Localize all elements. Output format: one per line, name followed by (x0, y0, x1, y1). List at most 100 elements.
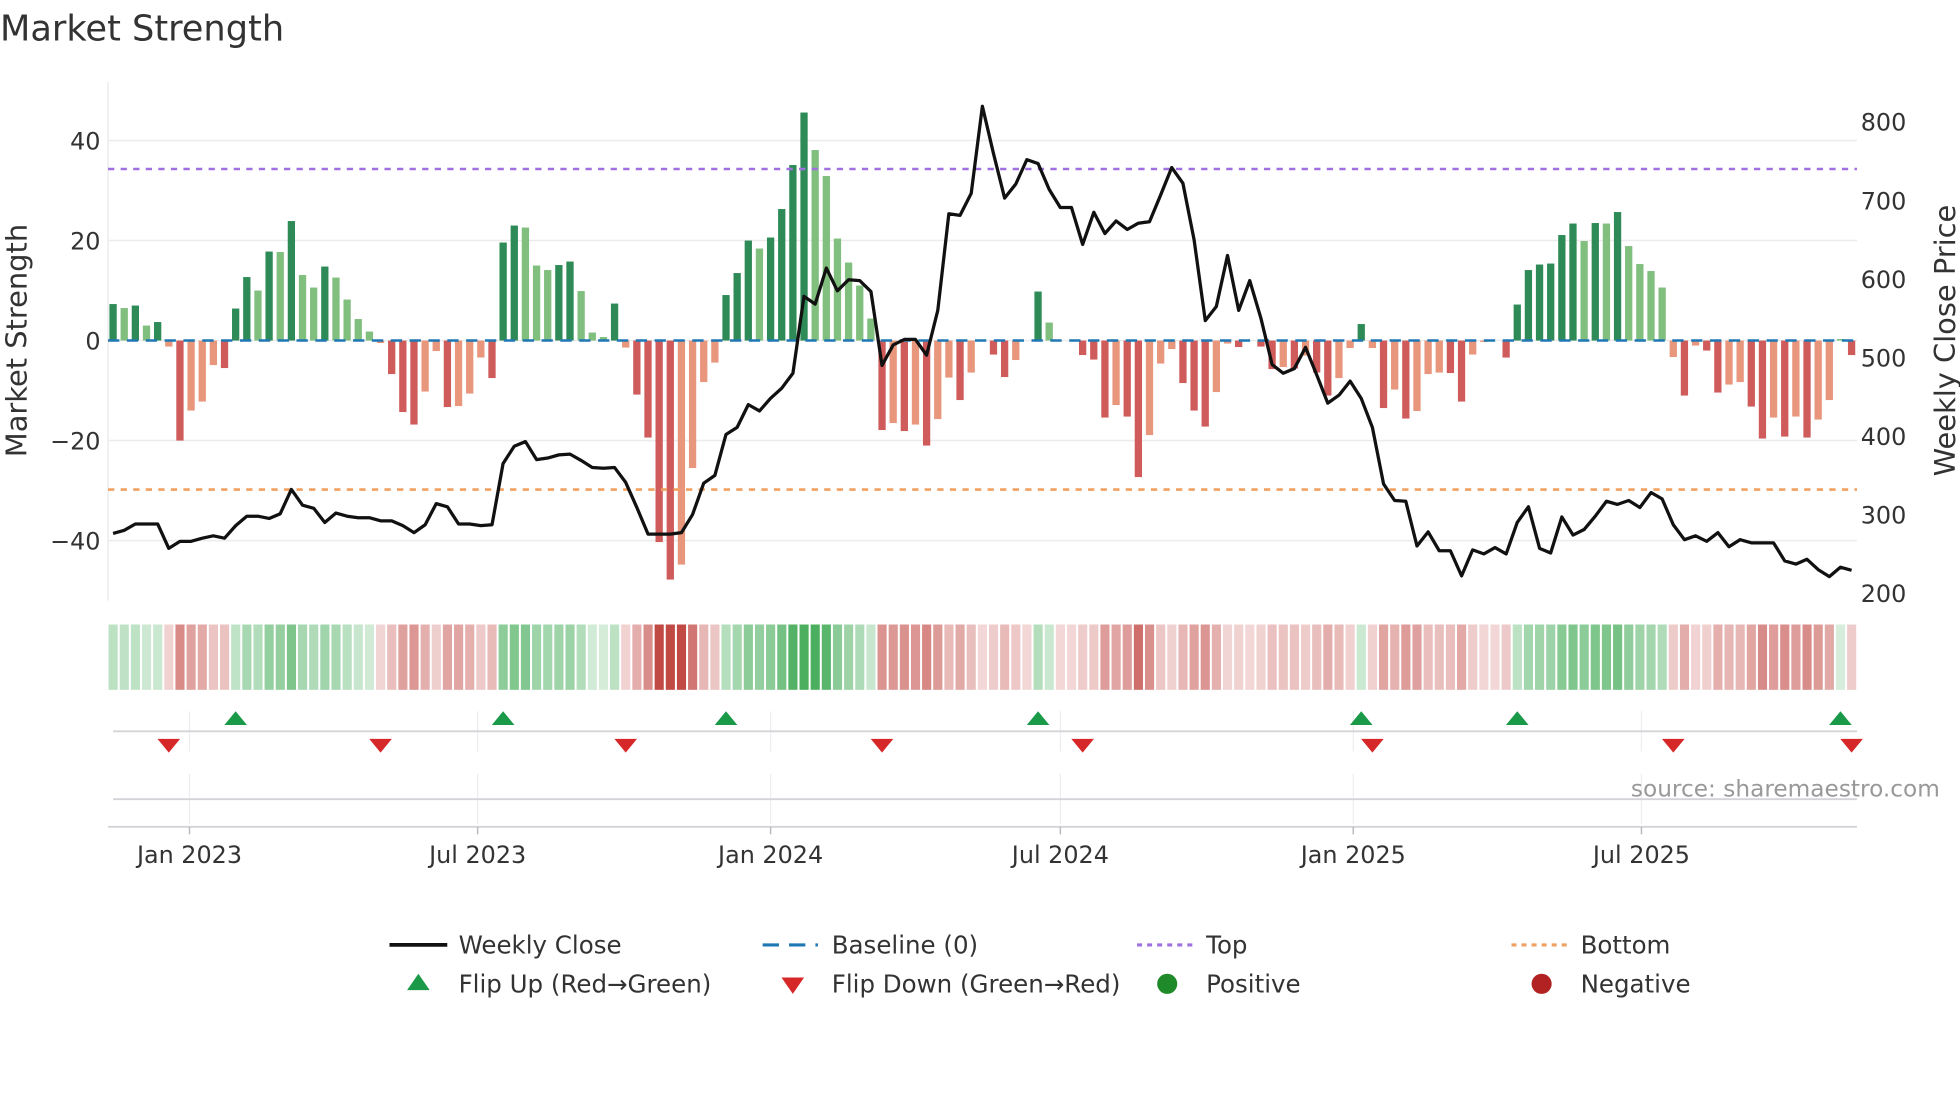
chart-title: Market Strength (0, 8, 284, 49)
heat-cell (1256, 624, 1266, 690)
strength-bar (1212, 340, 1221, 393)
legend-item: Weekly Close (389, 931, 622, 960)
legend: Weekly Close Baseline (0) Top Bottom Flip Up… (389, 931, 1691, 999)
strength-bar (544, 270, 552, 341)
strength-bar (1769, 340, 1778, 418)
strength-bar (956, 340, 964, 401)
heat-cell (810, 624, 820, 690)
strength-bar (1636, 264, 1644, 341)
strength-bar (1012, 340, 1020, 361)
heat-cell (498, 624, 508, 690)
heat-cell (1445, 624, 1456, 690)
heat-cell (1000, 624, 1010, 690)
heat-cell (1401, 624, 1411, 690)
strength-bar (1569, 223, 1577, 341)
strength-bar (711, 340, 719, 363)
heat-cell (1802, 624, 1812, 690)
heat-cell (275, 624, 285, 690)
legend-label: Bottom (1581, 931, 1671, 960)
heat-cell (1356, 624, 1366, 690)
heat-cell (208, 624, 218, 690)
left-axis-ticks: 40 20 0 −20 −40 (50, 127, 100, 555)
strength-bar (934, 340, 942, 420)
strength-bar (856, 285, 864, 341)
heat-cell (1457, 624, 1467, 690)
heat-cell (1535, 624, 1545, 690)
x-tick-label: Jul 2023 (427, 841, 526, 869)
heat-cell (1757, 624, 1768, 690)
heat-cell (933, 624, 943, 690)
heat-cell (643, 624, 653, 690)
heat-cell (621, 624, 631, 690)
heat-cell (1613, 624, 1623, 690)
strength-bar (566, 261, 574, 341)
strength-bar (142, 325, 151, 341)
strength-bar (633, 340, 641, 395)
heat-cell (1289, 624, 1299, 690)
heat-cell (988, 624, 999, 690)
heat-cell (1713, 624, 1723, 690)
heat-cell (1178, 624, 1188, 690)
heat-cell (1211, 624, 1221, 690)
legend-item: Bottom (1511, 931, 1670, 960)
strength-bar (1502, 340, 1510, 358)
strength-bar (1580, 241, 1588, 341)
heat-cell (1122, 624, 1132, 690)
strength-bar (287, 221, 296, 341)
heat-cell (743, 624, 753, 690)
strength-bar (911, 340, 920, 425)
heat-cell (1523, 624, 1534, 690)
heat-cell (598, 624, 609, 690)
heat-cell (910, 624, 921, 690)
strength-bar (354, 319, 362, 341)
heat-cell (119, 624, 129, 690)
heat-cell (832, 624, 843, 690)
left-axis-label: Market Strength (0, 224, 33, 457)
x-tick-label: Jul 2025 (1591, 841, 1690, 869)
heat-cell (376, 624, 386, 690)
heat-cell (1033, 624, 1043, 690)
flip-markers (108, 711, 1863, 828)
strength-bar (666, 340, 674, 580)
strength-bar (811, 150, 819, 341)
legend-item: Negative (1531, 970, 1691, 999)
heat-cell (821, 624, 831, 690)
x-tick-label: Jan 2023 (135, 841, 242, 869)
strength-bar (989, 340, 998, 355)
strength-bar (1558, 235, 1566, 341)
flip-up-marker (1026, 711, 1050, 726)
strength-bar (1045, 322, 1053, 341)
heat-cell (153, 624, 163, 690)
heat-cell (1200, 624, 1210, 690)
heat-cell (1546, 624, 1556, 690)
legend-item: Positive (1157, 970, 1301, 999)
left-tick-label: 20 (70, 227, 100, 255)
heat-cell (1111, 624, 1121, 690)
strength-bar (187, 340, 195, 411)
strength-bar (1814, 340, 1822, 420)
heat-cell (130, 624, 140, 690)
heat-cell (1245, 624, 1255, 690)
x-axis-ticks: Jan 2023 Jul 2023 Jan 2024 Jul 2024 Jan 2025… (135, 826, 1690, 869)
strength-bar (1201, 340, 1209, 427)
heat-cell (320, 624, 330, 690)
heat-cell (855, 624, 865, 690)
legend-label: Top (1205, 931, 1247, 960)
strength-bar (1524, 270, 1533, 341)
legend-item: Flip Up (Red→Green) (407, 970, 711, 999)
heat-cell (442, 624, 453, 690)
flip-down-marker (1071, 738, 1094, 753)
strength-bar (254, 290, 262, 341)
heat-cell (364, 624, 375, 690)
heat-cell (610, 624, 620, 690)
flip-down-marker (1661, 738, 1685, 753)
heat-cell (1512, 624, 1522, 690)
strength-bar (154, 322, 162, 341)
heat-cell (1490, 624, 1500, 690)
heat-cell (186, 624, 196, 690)
strength-bar (232, 308, 240, 341)
heat-cell (977, 624, 987, 690)
heat-cell (1668, 624, 1678, 690)
strength-bar (421, 340, 429, 392)
heat-cell (1568, 624, 1578, 690)
